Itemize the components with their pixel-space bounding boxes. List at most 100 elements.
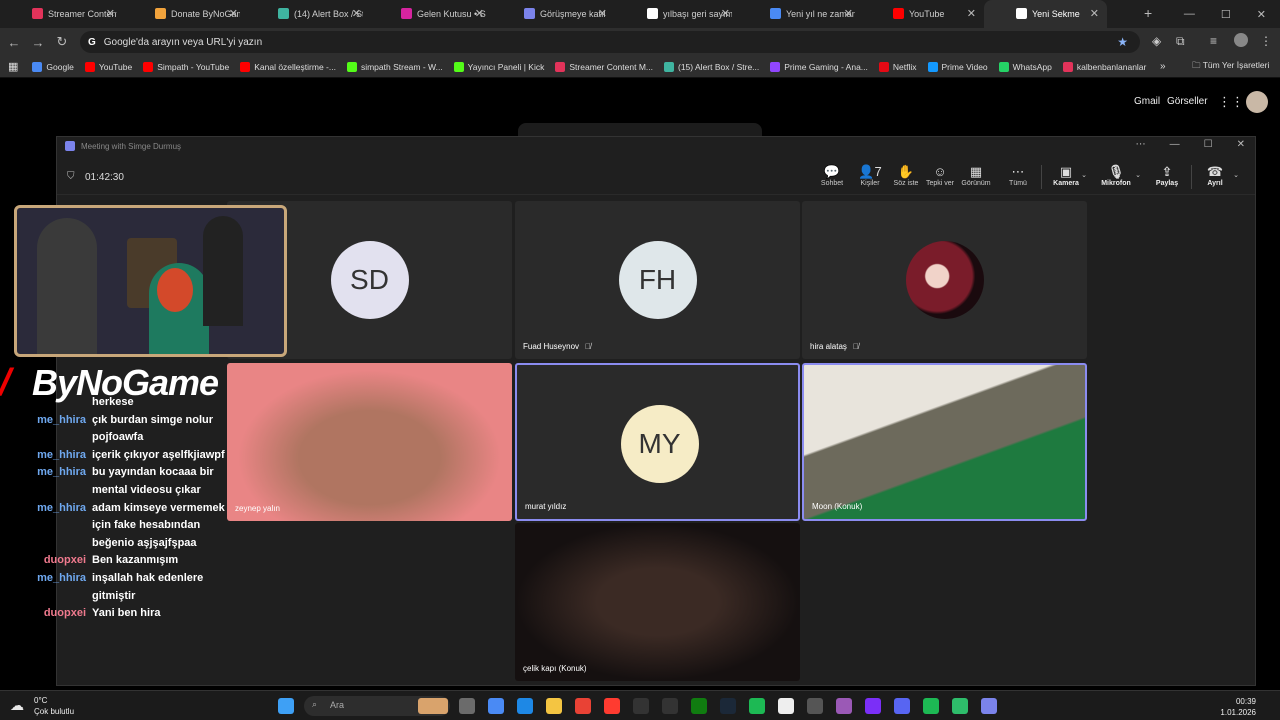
toolbar-view-button[interactable]: ▦ Görünüm — [959, 164, 993, 187]
leave-options-chevron-icon[interactable]: ⌄ — [1229, 171, 1243, 179]
puzzle-icon[interactable]: ⧉ — [1176, 34, 1185, 49]
tab-8[interactable]: Yeni Sekme ✕ — [984, 0, 1107, 28]
participant-tile[interactable]: zeynep yalın — [227, 363, 512, 521]
steam-icon[interactable] — [720, 698, 736, 714]
epic-games-icon[interactable] — [633, 698, 649, 714]
tab-3[interactable]: Gelen Kutusu • Sohbe✕ — [369, 0, 492, 28]
more-options-icon[interactable]: ⋯ — [1136, 139, 1146, 150]
media-icon[interactable]: ≡ — [1210, 34, 1217, 48]
bookmark-2[interactable]: Simpath - YouTube — [143, 61, 229, 72]
profile-avatar[interactable] — [1234, 33, 1248, 47]
system-clock[interactable]: 00:39 1.01.2026 — [1220, 696, 1256, 718]
toolbar-people-button[interactable]: 👤7 Kişiler — [853, 164, 887, 187]
xbox-icon[interactable] — [691, 698, 707, 714]
bookmark-label: Netflix — [892, 61, 917, 72]
tab-0[interactable]: Streamer Content Ma✕ — [0, 0, 123, 28]
google-apps-icon[interactable]: ⋮⋮ — [1218, 94, 1244, 110]
opera-icon[interactable] — [604, 698, 620, 714]
capcut-icon[interactable] — [778, 698, 794, 714]
bookmark-1[interactable]: YouTube — [84, 61, 132, 72]
participant-tile[interactable]: çelik kapı (Konuk) — [515, 523, 800, 681]
tab-close-icon[interactable]: ✕ — [1090, 7, 1099, 20]
toolbar-raise-hand-button[interactable]: ✋ Söz iste — [889, 164, 923, 187]
bookmark-12[interactable]: kalbenbanlananlar — [1062, 61, 1146, 72]
tab-2[interactable]: (14) Alert Box / Strea✕ — [246, 0, 369, 28]
mic-options-chevron-icon[interactable]: ⌄ — [1131, 171, 1145, 179]
start-icon[interactable] — [278, 698, 294, 714]
bookmark-4[interactable]: simpath Stream - W... — [346, 61, 443, 72]
edge-icon[interactable] — [517, 698, 533, 714]
amazon-icon[interactable] — [662, 698, 678, 714]
tab-5[interactable]: yılbaşı geri sayım 20✕ — [615, 0, 738, 28]
tab-close-icon[interactable]: ✕ — [106, 7, 115, 20]
spotify-icon[interactable] — [923, 698, 939, 714]
bookmark-10[interactable]: Prime Video — [927, 61, 988, 72]
app-icon[interactable] — [807, 698, 823, 714]
app-icon[interactable] — [865, 698, 881, 714]
file-explorer-icon[interactable] — [546, 698, 562, 714]
app-icon[interactable] — [836, 698, 852, 714]
bookmark-8[interactable]: Prime Gaming - Ana... — [770, 61, 868, 72]
camera-options-chevron-icon[interactable]: ⌄ — [1077, 171, 1091, 179]
bookmark-3[interactable]: Kanal özelleştirme -... — [240, 61, 336, 72]
participant-tile[interactable]: Moon (Konuk) — [802, 363, 1087, 521]
forward-icon[interactable]: → — [28, 35, 48, 50]
tab-7[interactable]: YouTube ✕ — [861, 0, 984, 28]
discord-icon[interactable] — [894, 698, 910, 714]
participant-tile[interactable]: hira alataş 🎙̸ — [802, 201, 1087, 359]
maximize-icon[interactable]: ☐ — [1204, 139, 1213, 150]
widgets-icon[interactable] — [418, 698, 448, 714]
more-bookmarks-icon[interactable]: » — [1160, 61, 1166, 72]
app-icon[interactable] — [952, 698, 968, 714]
tab-close-icon[interactable]: ✕ — [967, 7, 976, 20]
participant-tile[interactable]: FH Fuad Huseynov 🎙̸ — [515, 201, 800, 359]
bookmark-11[interactable]: WhatsApp — [998, 61, 1052, 72]
reload-icon[interactable]: ↻ — [52, 34, 72, 50]
extension-icon[interactable]: ◈ — [1152, 34, 1161, 48]
gmail-link[interactable]: Gmail — [1134, 96, 1160, 107]
back-icon[interactable]: ← — [4, 35, 24, 50]
omnibox[interactable]: G Google'da arayın veya URL'yi yazın ★ — [80, 31, 1140, 53]
minimize-icon[interactable]: — — [1184, 8, 1195, 20]
toolbar-react-button[interactable]: ☺ Tepki ver — [923, 164, 957, 187]
toolbar-chat-button[interactable]: 💬 Sohbet — [815, 164, 849, 187]
weather-widget[interactable]: 0°C Çok bulutlu — [34, 695, 74, 717]
tab-1[interactable]: Donate ByNoGame -✕ — [123, 0, 246, 28]
bookmark-6[interactable]: Streamer Content M... — [555, 61, 653, 72]
chrome-icon[interactable] — [575, 698, 591, 714]
spotify-icon[interactable] — [749, 698, 765, 714]
bookmark-7[interactable]: (15) Alert Box / Stre... — [664, 61, 759, 72]
all-bookmarks[interactable]: 🗀 Tüm Yer İşaretleri — [1192, 60, 1269, 74]
participant-tile[interactable]: MY murat yıldız — [515, 363, 800, 521]
copilot-icon[interactable] — [488, 698, 504, 714]
minimize-icon[interactable]: — — [1170, 139, 1180, 150]
apps-grid-icon[interactable]: ▦ — [8, 60, 18, 73]
tab-close-icon[interactable]: ✕ — [352, 7, 361, 20]
teams-icon[interactable] — [981, 698, 997, 714]
toolbar-more-button[interactable]: ⋯ Tümü — [1001, 164, 1035, 187]
google-search-box[interactable] — [518, 123, 762, 137]
leave-button[interactable]: ☎ Ayrıl — [1198, 164, 1232, 187]
bookmark-5[interactable]: Yayıncı Paneli | Kick — [453, 61, 544, 72]
close-icon[interactable]: ✕ — [1257, 8, 1266, 21]
bookmark-0[interactable]: Google — [32, 61, 74, 72]
tab-6[interactable]: Yeni yıl ne zaman 202✕ — [738, 0, 861, 28]
google-account-avatar[interactable] — [1246, 91, 1268, 113]
menu-icon[interactable]: ⋮ — [1260, 34, 1272, 48]
bookmark-star-icon[interactable]: ★ — [1117, 35, 1128, 49]
tab-close-icon[interactable]: ✕ — [598, 7, 607, 20]
share-button[interactable]: ⇪ Paylaş — [1150, 164, 1184, 187]
tab-close-icon[interactable]: ✕ — [844, 7, 853, 20]
close-icon[interactable]: ✕ — [1237, 139, 1245, 150]
task-view-icon[interactable] — [459, 698, 475, 714]
bookmark-9[interactable]: Netflix — [878, 61, 917, 72]
tab-close-icon[interactable]: ✕ — [475, 7, 484, 20]
tab-4[interactable]: Görüşmeye katıl ✕ — [492, 0, 615, 28]
new-tab-icon[interactable]: + — [1144, 5, 1152, 21]
tab-close-icon[interactable]: ✕ — [229, 7, 238, 20]
tab-favicon-icon — [32, 8, 43, 19]
tab-close-icon[interactable]: ✕ — [721, 7, 730, 20]
microphone-button[interactable]: 🎙 Mikrofon — [1099, 164, 1133, 187]
images-link[interactable]: Görseller — [1167, 96, 1208, 107]
maximize-icon[interactable]: ☐ — [1221, 8, 1231, 21]
